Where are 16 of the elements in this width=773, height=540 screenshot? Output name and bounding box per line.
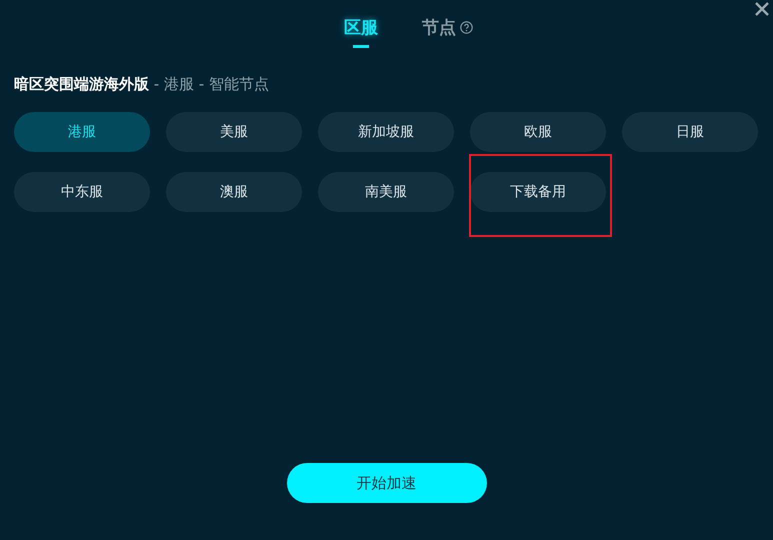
server-option[interactable]: 港服: [14, 112, 150, 152]
server-option[interactable]: 美服: [166, 112, 302, 152]
server-option[interactable]: 中东服: [14, 172, 150, 212]
server-option[interactable]: 欧服: [470, 112, 606, 152]
close-icon[interactable]: [755, 2, 769, 16]
tab[interactable]: 节点: [422, 14, 473, 48]
server-option[interactable]: 南美服: [318, 172, 454, 212]
start-button[interactable]: 开始加速: [286, 463, 486, 503]
server-option[interactable]: 澳服: [166, 172, 302, 212]
server-option[interactable]: 新加坡服: [318, 112, 454, 152]
server-option[interactable]: 日服: [622, 112, 758, 152]
server-option[interactable]: 下载备用: [470, 172, 606, 212]
tab-underline: [353, 45, 369, 48]
tab[interactable]: 区服: [344, 14, 378, 48]
selection-title: 暗区突围端游海外版 - 港服 - 智能节点: [14, 75, 269, 93]
help-icon[interactable]: [460, 20, 473, 34]
